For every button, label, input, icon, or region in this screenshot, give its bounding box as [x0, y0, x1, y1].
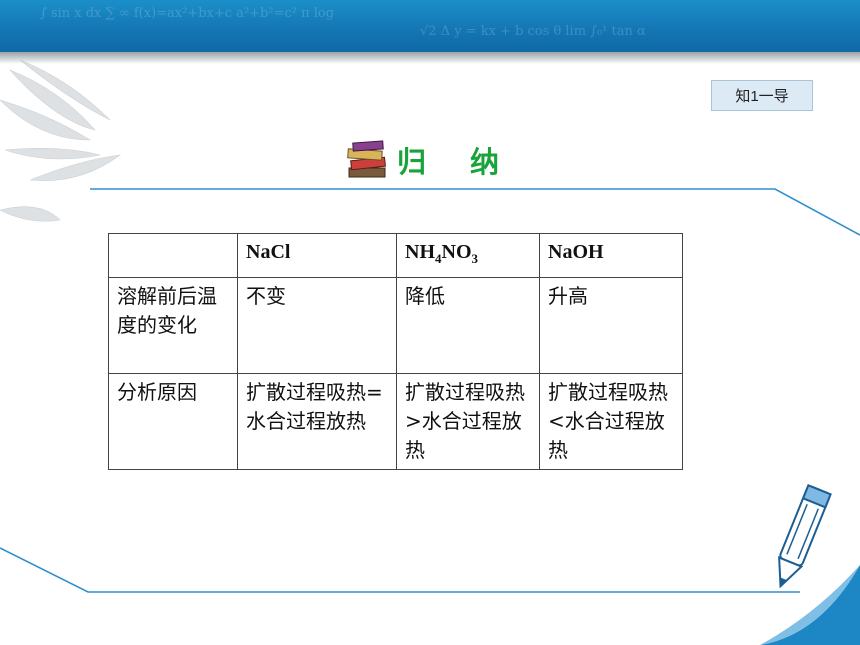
- table-cell: 扩散过程吸热>水合过程放热: [396, 373, 540, 470]
- banner-formula-texture: √2 Δ y = kx + b cos θ lim ∫₀¹ tan α: [420, 24, 646, 39]
- table-header-cell: NaOH: [539, 233, 683, 278]
- table-row: NaCl NH4NO3 NaOH: [108, 233, 683, 278]
- table-cell: 扩散过程吸热<水合过程放热: [539, 373, 683, 470]
- table-header-nh4no3: NH4NO3: [396, 233, 540, 278]
- blue-rule-bottom: [0, 547, 800, 593]
- section-tag: 知1一导: [711, 80, 813, 111]
- section-tag-label: 知1一导: [735, 88, 789, 105]
- table-header-cell: NaCl: [237, 233, 397, 278]
- top-banner: ∫ sin x dx ∑ ∞ f(x)=ax²+bx+c a²+b²=c² π …: [0, 0, 860, 52]
- blue-rule-top: [90, 188, 860, 236]
- heading-title: 归纳: [397, 145, 544, 179]
- table-cell: 不变: [237, 277, 397, 374]
- banner-formula-texture: ∫ sin x dx ∑ ∞ f(x)=ax²+bx+c a²+b²=c² π …: [40, 6, 335, 21]
- table-header-cell: [108, 233, 238, 278]
- heading: 归纳: [345, 140, 543, 180]
- row-label: 溶解前后温度的变化: [108, 277, 238, 374]
- table-row: 溶解前后温度的变化 不变 降低 升高: [108, 277, 683, 374]
- page-curl: [760, 565, 860, 645]
- books-icon: [347, 140, 386, 178]
- table-cell: 扩散过程吸热=水合过程放热: [237, 373, 397, 470]
- table-cell: 降低: [396, 277, 540, 374]
- row-label: 分析原因: [108, 373, 238, 470]
- table-row: 分析原因 扩散过程吸热=水合过程放热 扩散过程吸热>水合过程放热 扩散过程吸热<…: [108, 373, 683, 470]
- summary-table: NaCl NH4NO3 NaOH 溶解前后温度的变化 不变 降低 升高 分析原因…: [108, 233, 683, 470]
- table-cell: 升高: [539, 277, 683, 374]
